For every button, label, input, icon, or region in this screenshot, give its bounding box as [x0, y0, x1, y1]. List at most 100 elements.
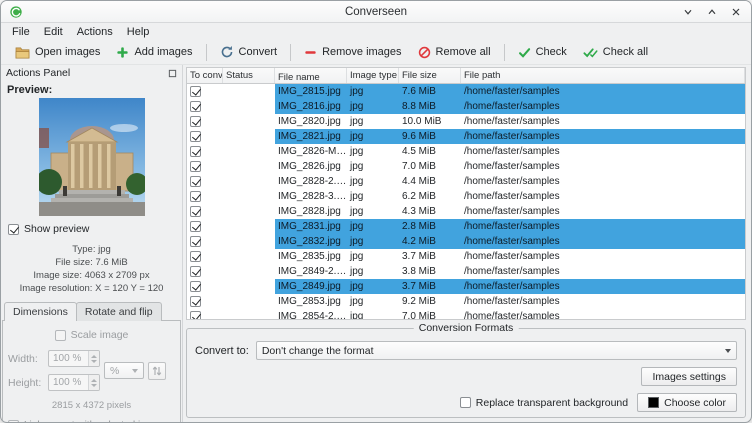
tab-dimensions[interactable]: Dimensions: [4, 302, 77, 321]
format-combobox[interactable]: Don't change the format: [256, 341, 737, 360]
row-file-name: IMG_2832.jpg: [275, 234, 347, 249]
row-checkbox[interactable]: [190, 296, 201, 307]
images-settings-button[interactable]: Images settings: [641, 367, 737, 386]
float-dock-icon[interactable]: [168, 69, 177, 78]
row-to-convert-cell[interactable]: [187, 294, 223, 309]
table-row[interactable]: IMG_2849.jpg jpg 3.7 MiB /home/faster/sa…: [187, 279, 745, 294]
spin-arrows-icon[interactable]: [88, 375, 99, 390]
table-row[interactable]: IMG_2828-2.jpg jpg 4.4 MiB /home/faster/…: [187, 174, 745, 189]
row-file-name: IMG_2816.jpg: [275, 99, 347, 114]
row-checkbox[interactable]: [190, 191, 201, 202]
table-row[interactable]: IMG_2835.jpg jpg 3.7 MiB /home/faster/sa…: [187, 249, 745, 264]
open-images-button[interactable]: Open images: [7, 42, 108, 63]
check-all-button[interactable]: Check all: [575, 42, 656, 63]
scale-image-checkbox[interactable]: [55, 330, 66, 341]
table-row[interactable]: IMG_2828.jpg jpg 4.3 MiB /home/faster/sa…: [187, 204, 745, 219]
convert-arrows-icon: [220, 45, 234, 59]
row-checkbox[interactable]: [190, 86, 201, 97]
row-checkbox[interactable]: [190, 281, 201, 292]
height-spinbox[interactable]: 100 %: [48, 374, 100, 391]
row-checkbox[interactable]: [190, 236, 201, 247]
row-file-name: IMG_2835.jpg: [275, 249, 347, 264]
row-to-convert-cell[interactable]: [187, 204, 223, 219]
header-to-convert[interactable]: To convert: [187, 68, 223, 83]
header-file-name[interactable]: File name: [275, 68, 347, 83]
table-row[interactable]: IMG_2832.jpg jpg 4.2 MiB /home/faster/sa…: [187, 234, 745, 249]
conversion-formats-group: Conversion Formats Convert to: Don't cha…: [186, 328, 746, 418]
table-row[interactable]: IMG_2815.jpg jpg 7.6 MiB /home/faster/sa…: [187, 84, 745, 99]
maximize-icon[interactable]: [705, 5, 719, 19]
row-image-type: jpg: [347, 219, 399, 234]
row-checkbox[interactable]: [190, 251, 201, 262]
row-to-convert-cell[interactable]: [187, 129, 223, 144]
table-row[interactable]: IMG_2849-2.jpg jpg 3.8 MiB /home/faster/…: [187, 264, 745, 279]
row-to-convert-cell[interactable]: [187, 279, 223, 294]
row-image-type: jpg: [347, 99, 399, 114]
row-to-convert-cell[interactable]: [187, 309, 223, 319]
row-to-convert-cell[interactable]: [187, 234, 223, 249]
convert-button[interactable]: Convert: [212, 42, 286, 63]
table-row[interactable]: IMG_2854-2.jpg jpg 7.0 MiB /home/faster/…: [187, 309, 745, 319]
row-checkbox[interactable]: [190, 101, 201, 112]
row-to-convert-cell[interactable]: [187, 84, 223, 99]
row-checkbox[interactable]: [190, 176, 201, 187]
unit-combobox[interactable]: %: [104, 362, 144, 379]
row-image-type: jpg: [347, 174, 399, 189]
swap-dimensions-button[interactable]: [148, 362, 166, 380]
table-row[interactable]: IMG_2828-3.jpg jpg 6.2 MiB /home/faster/…: [187, 189, 745, 204]
width-spinbox[interactable]: 100 %: [48, 350, 100, 367]
row-checkbox[interactable]: [190, 221, 201, 232]
row-checkbox[interactable]: [190, 146, 201, 157]
spin-arrows-icon[interactable]: [88, 351, 99, 366]
row-to-convert-cell[interactable]: [187, 99, 223, 114]
row-to-convert-cell[interactable]: [187, 249, 223, 264]
titlebar[interactable]: Converseen: [1, 1, 751, 23]
table-row[interactable]: IMG_2853.jpg jpg 9.2 MiB /home/faster/sa…: [187, 294, 745, 309]
header-image-type[interactable]: Image type: [347, 68, 399, 83]
row-image-type: jpg: [347, 84, 399, 99]
check-button[interactable]: Check: [510, 42, 575, 63]
remove-all-button[interactable]: Remove all: [410, 42, 499, 63]
remove-all-circle-icon: [418, 46, 431, 59]
row-checkbox[interactable]: [190, 206, 201, 217]
table-row[interactable]: IMG_2820.jpg jpg 10.0 MiB /home/faster/s…: [187, 114, 745, 129]
row-image-type: jpg: [347, 234, 399, 249]
row-to-convert-cell[interactable]: [187, 219, 223, 234]
close-icon[interactable]: [729, 5, 743, 19]
minimize-icon[interactable]: [681, 5, 695, 19]
row-to-convert-cell[interactable]: [187, 114, 223, 129]
check-all-marks-icon: [583, 46, 598, 59]
table-row[interactable]: IMG_2831.jpg jpg 2.8 MiB /home/faster/sa…: [187, 219, 745, 234]
check-mark-icon: [518, 46, 531, 59]
table-row[interactable]: IMG_2816.jpg jpg 8.8 MiB /home/faster/sa…: [187, 99, 745, 114]
row-to-convert-cell[interactable]: [187, 159, 223, 174]
row-to-convert-cell[interactable]: [187, 144, 223, 159]
actions-panel-title: Actions Panel: [6, 67, 70, 79]
show-preview-checkbox[interactable]: [8, 224, 19, 235]
table-row[interactable]: IMG_2826-Mo... jpg 4.5 MiB /home/faster/…: [187, 144, 745, 159]
tab-rotate-flip[interactable]: Rotate and flip: [76, 302, 162, 321]
table-row[interactable]: IMG_2826.jpg jpg 7.0 MiB /home/faster/sa…: [187, 159, 745, 174]
row-file-name: IMG_2828-3.jpg: [275, 189, 347, 204]
header-file-size[interactable]: File size: [399, 68, 461, 83]
replace-transparent-checkbox[interactable]: [460, 397, 471, 408]
row-checkbox[interactable]: [190, 311, 201, 319]
table-row[interactable]: IMG_2821.jpg jpg 9.6 MiB /home/faster/sa…: [187, 129, 745, 144]
toolbar-separator: [504, 44, 505, 61]
menu-actions[interactable]: Actions: [70, 25, 120, 39]
row-to-convert-cell[interactable]: [187, 189, 223, 204]
row-to-convert-cell[interactable]: [187, 264, 223, 279]
row-checkbox[interactable]: [190, 266, 201, 277]
menu-file[interactable]: File: [5, 25, 37, 39]
header-status[interactable]: Status: [223, 68, 275, 83]
remove-images-button[interactable]: Remove images: [296, 42, 409, 63]
menu-edit[interactable]: Edit: [37, 25, 70, 39]
row-checkbox[interactable]: [190, 116, 201, 127]
row-checkbox[interactable]: [190, 131, 201, 142]
header-file-path[interactable]: File path: [461, 68, 745, 83]
row-checkbox[interactable]: [190, 161, 201, 172]
choose-color-button[interactable]: Choose color: [637, 393, 737, 412]
row-to-convert-cell[interactable]: [187, 174, 223, 189]
menu-help[interactable]: Help: [120, 25, 157, 39]
add-images-button[interactable]: Add images: [108, 42, 200, 63]
